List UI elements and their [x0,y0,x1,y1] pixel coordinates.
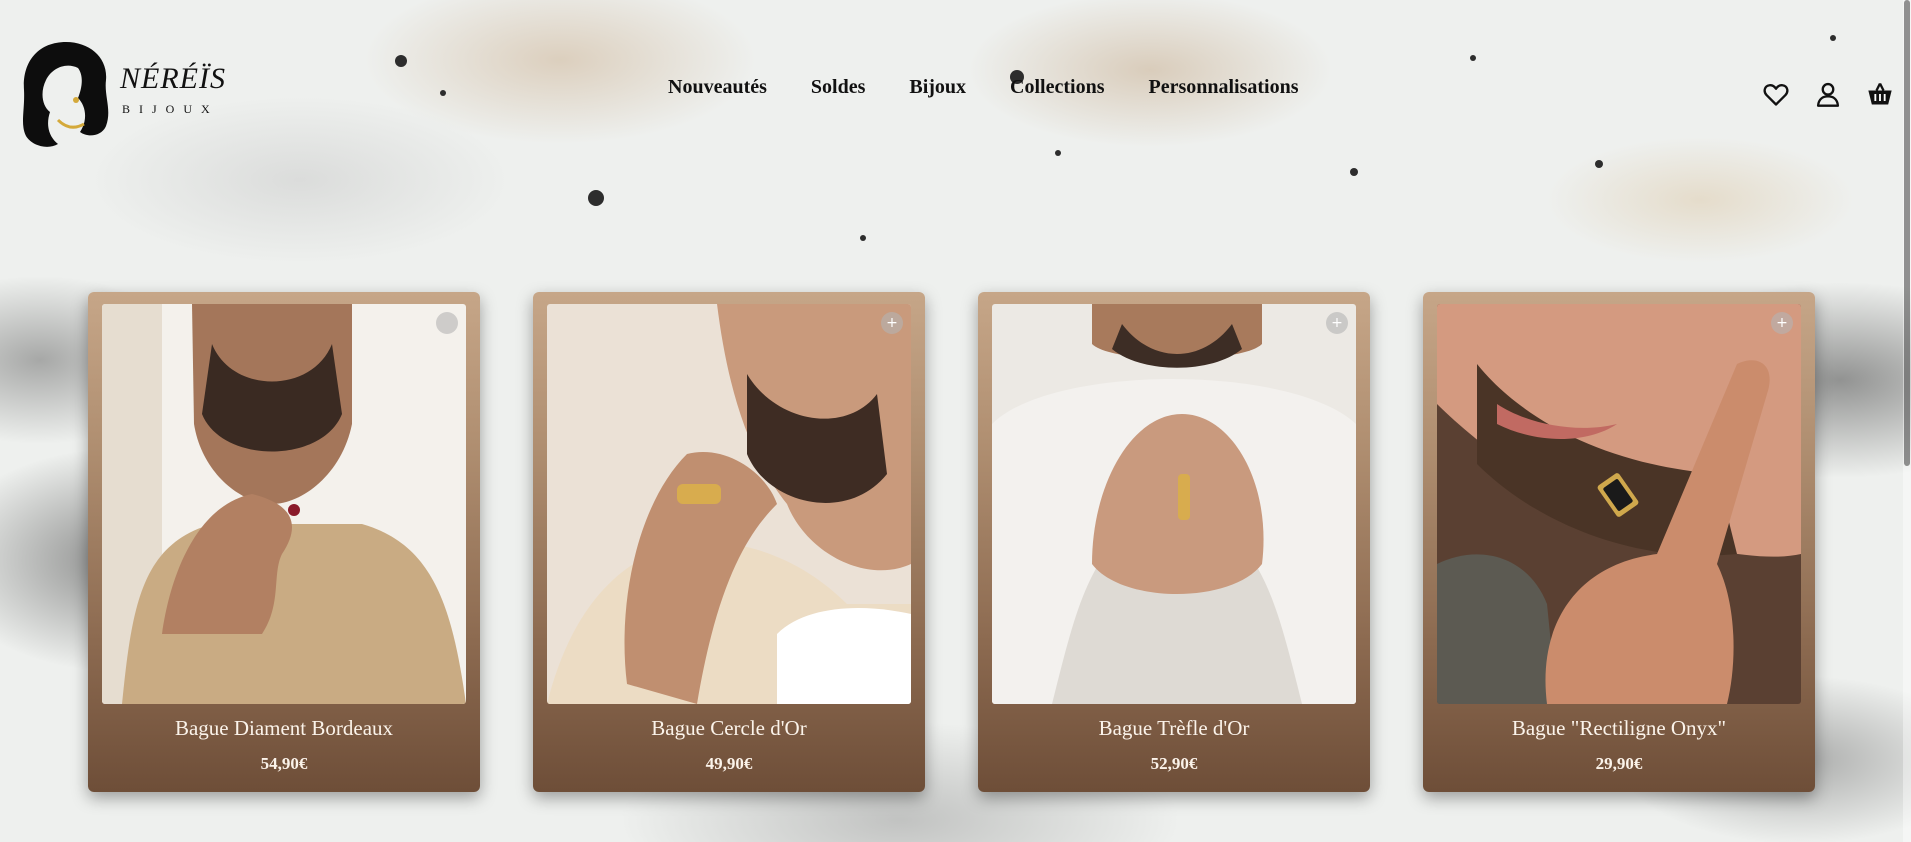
heart-icon[interactable] [1762,80,1790,108]
product-image[interactable]: + [992,304,1356,704]
nav-item-bijoux[interactable]: Bijoux [909,76,966,99]
add-to-wishlist-button[interactable]: + [1771,312,1793,334]
nav-item-soldes[interactable]: Soldes [811,76,865,99]
product-card[interactable]: Bague Diament Bordeaux 54,90€ [88,292,480,792]
product-price: 29,90€ [1595,754,1643,773]
product-card[interactable]: + Bague "Rectiligne Onyx" 29,90€ [1423,292,1815,792]
product-price: 52,90€ [1150,754,1198,773]
scrollbar-thumb[interactable] [1904,0,1910,466]
header-actions [1762,80,1894,108]
add-to-wishlist-button[interactable]: + [1326,312,1348,334]
nav-item-nouveautes[interactable]: Nouveautés [668,76,767,99]
add-to-wishlist-button[interactable]: + [881,312,903,334]
product-card[interactable]: + Bague Trèfle d'Or 52,90€ [978,292,1370,792]
user-icon[interactable] [1814,80,1842,108]
brand-logo[interactable]: NÉRÉÏS BIJOUX [18,40,225,152]
nav-item-collections[interactable]: Collections [1010,76,1104,99]
product-price: 54,90€ [260,754,308,773]
brand-tagline: BIJOUX [122,102,219,116]
add-to-wishlist-button[interactable] [436,312,458,334]
product-grid: Bague Diament Bordeaux 54,90€ + Bague Ce… [88,292,1815,792]
background-speck [860,235,866,241]
product-price: 49,90€ [705,754,753,773]
page-scrollbar[interactable] [1903,0,1911,842]
product-title[interactable]: Bague Cercle d'Or [533,716,925,741]
woman-silhouette-icon [22,42,109,147]
product-title[interactable]: Bague "Rectiligne Onyx" [1423,716,1815,741]
product-card[interactable]: + Bague Cercle d'Or 49,90€ [533,292,925,792]
cart-icon[interactable] [1866,80,1894,108]
product-image[interactable] [102,304,466,704]
brand-name: NÉRÉÏS [120,62,226,95]
background-speck [588,190,604,206]
product-image[interactable]: + [547,304,911,704]
product-title[interactable]: Bague Trèfle d'Or [978,716,1370,741]
product-title[interactable]: Bague Diament Bordeaux [88,716,480,741]
product-image[interactable]: + [1437,304,1801,704]
site-header: NÉRÉÏS BIJOUX Nouveautés Soldes Bijoux C… [0,0,1911,180]
nav-item-personnalisations[interactable]: Personnalisations [1148,76,1298,99]
main-nav: Nouveautés Soldes Bijoux Collections Per… [668,76,1299,99]
